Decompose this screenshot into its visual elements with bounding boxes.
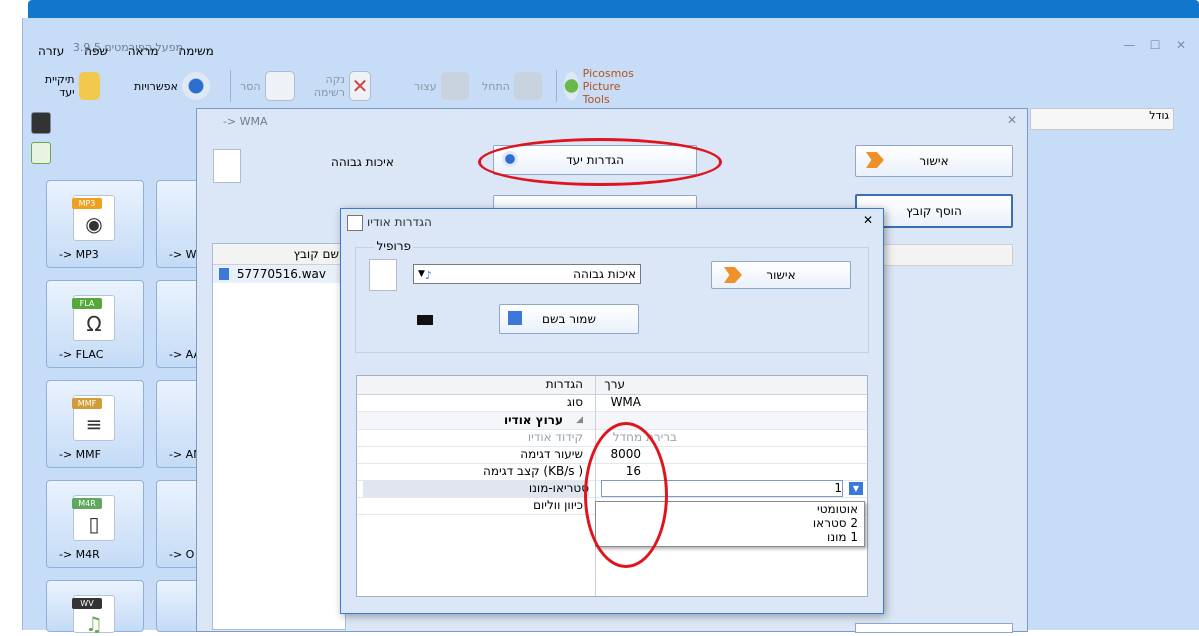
target-folder-button[interactable]: תיקיית יעד [38, 68, 100, 104]
window-controls: — ☐ ✕ [1118, 38, 1192, 52]
save-as-button[interactable]: שמור בשם [499, 304, 639, 334]
clear-list-button[interactable]: ✕ נקה רשימה [306, 68, 372, 104]
phone-icon: M4R ▯ [72, 495, 115, 541]
wma-file-icon [213, 149, 241, 183]
magnifier-icon [564, 72, 579, 100]
format-tile-mmf[interactable]: MMF ≡ -> MMF [46, 380, 144, 468]
speaker-icon: MP3 ◉ [72, 195, 115, 241]
audio-file-icon [219, 268, 229, 280]
toolbar-divider [230, 70, 231, 102]
chevron-down-icon: ▼ [418, 269, 425, 279]
save-icon [508, 311, 522, 325]
audio-settings-title: הגדרות אודיו [367, 215, 432, 229]
document-icon: MMF ≡ [72, 395, 115, 441]
stop-icon [440, 72, 469, 100]
value-column-header: ערך [604, 377, 625, 391]
console-icon [417, 315, 433, 325]
options-button[interactable]: אפשרויות [134, 68, 210, 104]
chevron-down-icon[interactable]: ▼ [849, 482, 863, 495]
list-header-right [881, 244, 1013, 266]
arrow-right-icon [724, 267, 742, 283]
format-tile-mp3[interactable]: MP3 ◉ -> MP3 [46, 180, 144, 268]
arrow-right-icon [866, 152, 884, 168]
picosmos-tools-button[interactable]: Picosmos Picture Tools [564, 67, 647, 106]
menu-bar: משימה מראה שפה עזרה [38, 44, 230, 62]
highlight-circle [584, 422, 668, 568]
video-category-icon[interactable] [31, 112, 51, 134]
table-row[interactable]: סוג WMA [357, 394, 867, 412]
remove-file-icon [264, 71, 295, 101]
file-name-header[interactable]: שם קובץ [213, 244, 345, 265]
gear-icon [181, 72, 210, 100]
collapse-icon[interactable]: ◢ [569, 412, 583, 429]
close-icon[interactable]: ✕ [863, 213, 873, 227]
size-column-header[interactable]: גודל [1030, 108, 1174, 130]
profile-group-label: פרופיל [374, 239, 413, 253]
ok-button[interactable]: אישור [855, 145, 1013, 177]
minimize-button[interactable]: — [1118, 38, 1140, 52]
settings-column-header: הגדרות [545, 377, 583, 391]
file-list[interactable]: שם קובץ 57770516.wav [212, 243, 346, 630]
highlight-circle [478, 138, 722, 186]
folder-icon [78, 72, 100, 100]
menu-language[interactable]: שפה [84, 44, 108, 58]
start-button[interactable]: התחל [482, 68, 542, 104]
toolbar-divider [556, 70, 557, 102]
wma-file-icon [369, 259, 397, 291]
music-note-icon: WV ♫ [72, 595, 115, 636]
close-button[interactable]: ✕ [1170, 38, 1192, 52]
maximize-button[interactable]: ☐ [1144, 38, 1166, 52]
headphones-icon: FLA Ω [72, 295, 115, 341]
partial-button[interactable] [855, 623, 1013, 633]
clear-list-icon: ✕ [348, 71, 372, 101]
audio-category-icon[interactable] [31, 142, 51, 164]
quality-label: איכות גבוהה [331, 155, 394, 169]
profile-select[interactable]: איכות גבוהה ▼ ♪ [413, 264, 641, 284]
start-icon [513, 72, 542, 100]
menu-view[interactable]: מראה [128, 44, 159, 58]
format-tile-m4r[interactable]: M4R ▯ -> M4R [46, 480, 144, 568]
remove-button[interactable]: הסר [240, 68, 295, 104]
stop-button[interactable]: עצור [414, 68, 469, 104]
format-tile-wv[interactable]: WV ♫ [46, 580, 144, 636]
menu-task[interactable]: משימה [178, 44, 213, 58]
music-note-icon: ♪ [424, 269, 432, 282]
menu-help[interactable]: עזרה [38, 44, 64, 58]
list-item[interactable]: 57770516.wav [213, 265, 345, 283]
wma-dialog-title: -> WMA [223, 115, 268, 128]
outer-title-bar [28, 0, 1199, 18]
profile-ok-button[interactable]: אישור [711, 261, 851, 289]
close-icon[interactable]: ✕ [1007, 113, 1017, 127]
format-tile-flac[interactable]: FLA Ω -> FLAC [46, 280, 144, 368]
wma-small-icon [347, 215, 363, 231]
